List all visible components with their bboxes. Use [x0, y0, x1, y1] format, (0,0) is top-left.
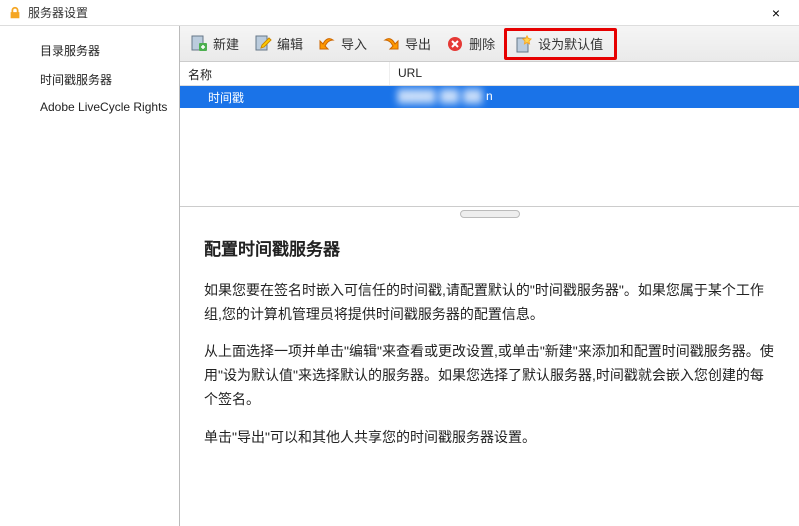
import-label: 导入 [341, 34, 367, 53]
new-icon [189, 34, 209, 54]
sidebar-item-timestamp[interactable]: 时间戳服务器 [0, 65, 179, 94]
info-heading: 配置时间戳服务器 [204, 236, 775, 265]
info-paragraph-1: 如果您要在签名时嵌入可信任的时间戳,请配置默认的"时间戳服务器"。如果您属于某个… [204, 279, 775, 327]
edit-icon [253, 34, 273, 54]
delete-icon [445, 34, 465, 54]
table-row[interactable]: 时间戳 ████ ██ ██ n [180, 86, 799, 108]
export-icon [381, 34, 401, 54]
sidebar-item-label: 时间戳服务器 [40, 73, 112, 87]
edit-button[interactable]: 编辑 [249, 29, 311, 59]
import-icon [317, 34, 337, 54]
new-label: 新建 [213, 34, 239, 53]
table-body: 时间戳 ████ ██ ██ n [180, 86, 799, 206]
set-default-label: 设为默认值 [538, 34, 603, 53]
main-area: 目录服务器 时间戳服务器 Adobe LiveCycle Rights 新建 编… [0, 26, 799, 526]
window-titlebar: 服务器设置 × [0, 0, 799, 26]
star-icon [514, 34, 534, 54]
info-panel: 配置时间戳服务器 如果您要在签名时嵌入可信任的时间戳,请配置默认的"时间戳服务器… [180, 220, 799, 480]
info-paragraph-3: 单击"导出"可以和其他人共享您的时间戳服务器设置。 [204, 426, 775, 450]
cell-url: ████ ██ ██ n [390, 86, 799, 108]
sidebar: 目录服务器 时间戳服务器 Adobe LiveCycle Rights [0, 26, 180, 526]
new-button[interactable]: 新建 [185, 29, 247, 59]
set-default-button[interactable]: 设为默认值 [510, 29, 611, 59]
content-pane: 新建 编辑 导入 导出 [180, 26, 799, 526]
sidebar-item-rights[interactable]: Adobe LiveCycle Rights [0, 94, 179, 120]
cell-name: 时间戳 [180, 86, 390, 108]
sidebar-item-label: 目录服务器 [40, 44, 100, 58]
toolbar: 新建 编辑 导入 导出 [180, 26, 799, 62]
pane-splitter[interactable] [180, 206, 799, 220]
edit-label: 编辑 [277, 34, 303, 53]
splitter-grip-icon [460, 210, 520, 218]
window-title: 服务器设置 [28, 4, 761, 21]
delete-label: 删除 [469, 34, 495, 53]
table-header: 名称 URL [180, 62, 799, 86]
close-button[interactable]: × [761, 3, 791, 23]
delete-button[interactable]: 删除 [441, 29, 503, 59]
info-paragraph-2: 从上面选择一项并单击"编辑"来查看或更改设置,或单击"新建"来添加和配置时间戳服… [204, 340, 775, 411]
col-header-url[interactable]: URL [390, 62, 799, 85]
sidebar-item-label: Adobe LiveCycle Rights [40, 100, 167, 114]
lock-icon [8, 6, 22, 20]
close-icon: × [772, 5, 780, 21]
col-header-name[interactable]: 名称 [180, 62, 390, 85]
blurred-url: ████ ██ ██ [398, 89, 483, 103]
cell-url-tail: n [486, 89, 493, 103]
export-button[interactable]: 导出 [377, 29, 439, 59]
sidebar-item-directory[interactable]: 目录服务器 [0, 36, 179, 65]
export-label: 导出 [405, 34, 431, 53]
import-button[interactable]: 导入 [313, 29, 375, 59]
highlight-annotation: 设为默认值 [504, 28, 617, 60]
